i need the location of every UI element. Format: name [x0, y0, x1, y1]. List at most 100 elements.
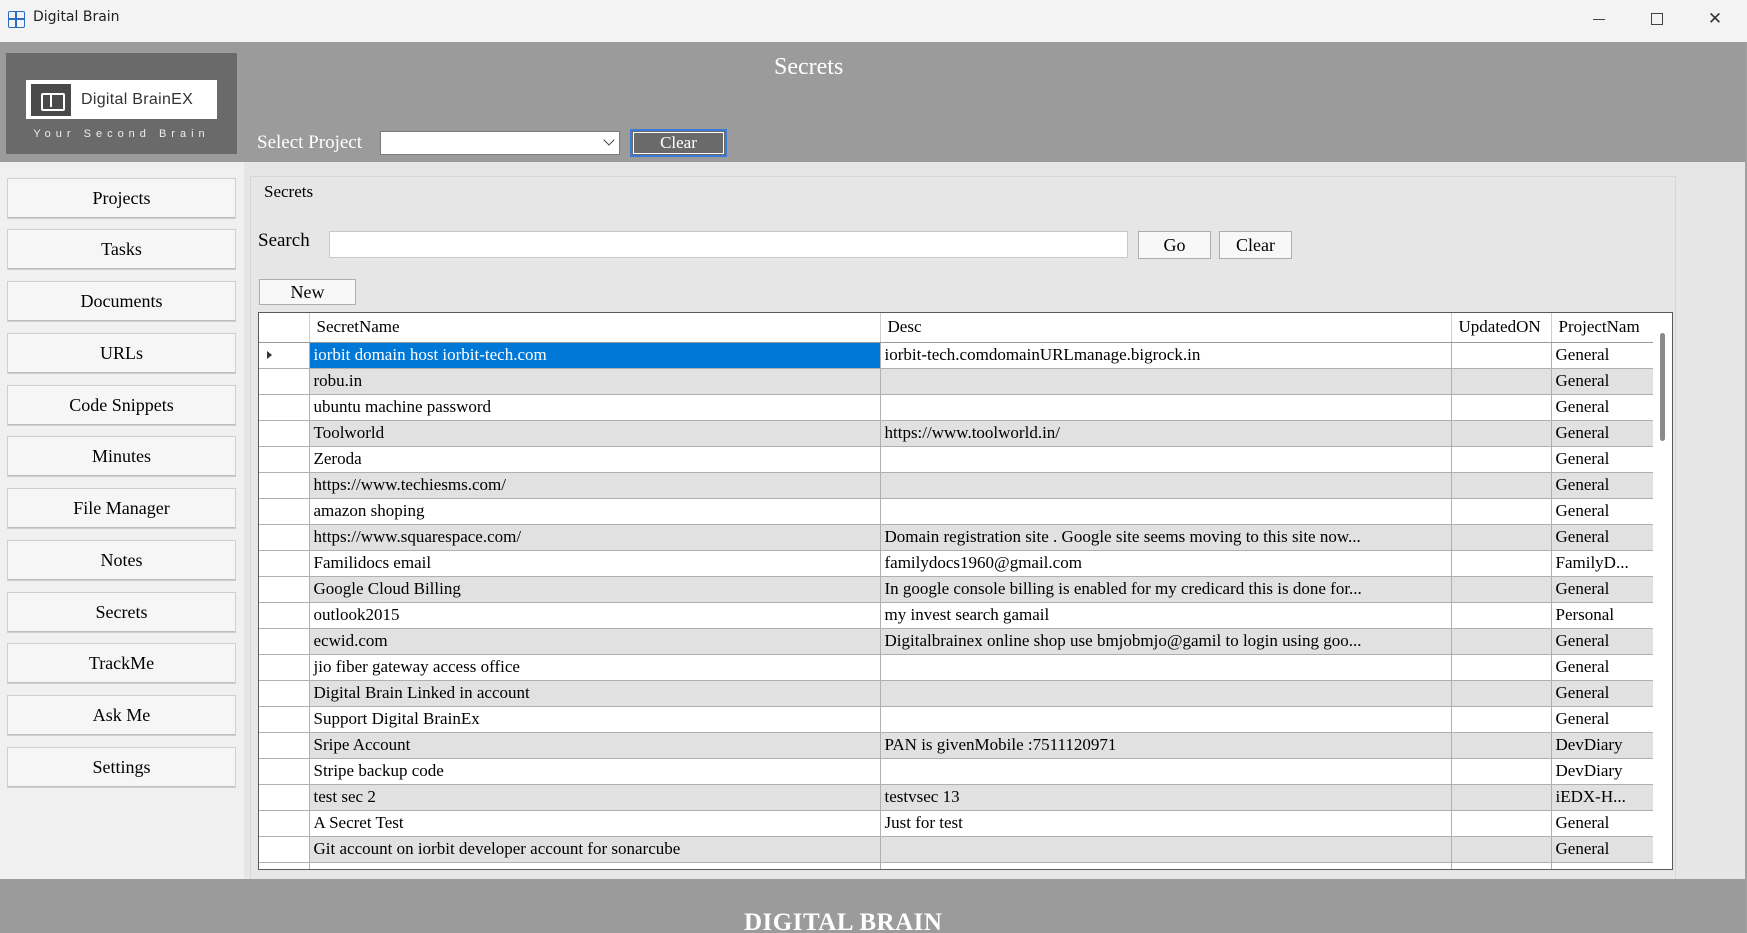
table-row[interactable]: outlook2015 my invest search gamail Person…: [259, 602, 1656, 629]
cell-desc[interactable]: Digitalbrainex online shop use bmjobmjo@…: [880, 628, 1452, 655]
cell-projectname[interactable]: General: [1551, 342, 1656, 369]
cell-projectname[interactable]: General: [1551, 420, 1656, 447]
cell-secretname[interactable]: amazon shoping: [309, 498, 881, 525]
table-row[interactable]: amazon shoping General: [259, 498, 1656, 525]
row-header[interactable]: [259, 368, 310, 395]
scrollbar-thumb[interactable]: [1660, 333, 1665, 441]
table-row[interactable]: [259, 862, 1656, 869]
go-button[interactable]: Go: [1138, 231, 1211, 259]
cell-secretname[interactable]: test sec 2: [309, 784, 881, 811]
table-row[interactable]: Familidocs email familydocs1960@gmail.com…: [259, 550, 1656, 577]
cell-projectname[interactable]: General: [1551, 576, 1656, 603]
cell-updatedon[interactable]: [1451, 784, 1552, 811]
cell-projectname[interactable]: General: [1551, 654, 1656, 681]
cell-updatedon[interactable]: [1451, 550, 1552, 577]
column-header-projectname[interactable]: ProjectNam: [1551, 313, 1656, 343]
cell-updatedon[interactable]: [1451, 446, 1552, 473]
sidebar-item-code-snippets[interactable]: Code Snippets: [7, 385, 236, 426]
cell-secretname[interactable]: Support Digital BrainEx: [309, 706, 881, 733]
cell-desc[interactable]: [880, 446, 1452, 473]
cell-projectname[interactable]: General: [1551, 628, 1656, 655]
cell-desc[interactable]: [880, 498, 1452, 525]
cell-updatedon[interactable]: [1451, 836, 1552, 863]
table-row[interactable]: Sripe Account PAN is givenMobile :7511120…: [259, 732, 1656, 759]
cell-desc[interactable]: [880, 758, 1452, 785]
cell-updatedon[interactable]: [1451, 602, 1552, 629]
table-row[interactable]: Support Digital BrainEx General: [259, 706, 1656, 733]
cell-projectname[interactable]: General: [1551, 446, 1656, 473]
sidebar-item-settings[interactable]: Settings: [7, 747, 236, 788]
sidebar-item-projects[interactable]: Projects: [7, 178, 236, 219]
cell-secretname[interactable]: A Secret Test: [309, 810, 881, 837]
cell-secretname[interactable]: Digital Brain Linked in account: [309, 680, 881, 707]
cell-updatedon[interactable]: [1451, 394, 1552, 421]
cell-updatedon[interactable]: [1451, 576, 1552, 603]
cell-secretname[interactable]: Google Cloud Billing: [309, 576, 881, 603]
cell-updatedon[interactable]: [1451, 498, 1552, 525]
cell-secretname[interactable]: iorbit domain host iorbit-tech.com: [309, 342, 881, 369]
sidebar-item-secrets[interactable]: Secrets: [7, 592, 236, 633]
cell-updatedon[interactable]: [1451, 680, 1552, 707]
cell-secretname[interactable]: Sripe Account: [309, 732, 881, 759]
row-header[interactable]: [259, 628, 310, 655]
cell-desc[interactable]: testvsec 13: [880, 784, 1452, 811]
sidebar-item-minutes[interactable]: Minutes: [7, 436, 236, 477]
project-select[interactable]: [380, 131, 620, 155]
cell-desc[interactable]: Just for test: [880, 810, 1452, 837]
cell-updatedon[interactable]: [1451, 810, 1552, 837]
cell-secretname[interactable]: [309, 862, 881, 869]
maximize-button[interactable]: [1628, 0, 1686, 38]
row-header[interactable]: [259, 706, 310, 733]
cell-desc[interactable]: [880, 368, 1452, 395]
secrets-grid[interactable]: SecretName Desc UpdatedON ProjectNam ior…: [258, 312, 1673, 870]
project-clear-button[interactable]: Clear: [630, 129, 727, 157]
cell-updatedon[interactable]: [1451, 706, 1552, 733]
cell-secretname[interactable]: https://www.techiesms.com/: [309, 472, 881, 499]
cell-desc[interactable]: [880, 680, 1452, 707]
cell-desc[interactable]: https://www.toolworld.in/: [880, 420, 1452, 447]
table-row[interactable]: jio fiber gateway access office General: [259, 654, 1656, 681]
cell-updatedon[interactable]: [1451, 758, 1552, 785]
cell-projectname[interactable]: General: [1551, 836, 1656, 863]
new-secret-button[interactable]: New: [259, 279, 356, 305]
cell-updatedon[interactable]: [1451, 524, 1552, 551]
sidebar-item-documents[interactable]: Documents: [7, 281, 236, 322]
cell-projectname[interactable]: FamilyD...: [1551, 550, 1656, 577]
cell-desc[interactable]: [880, 472, 1452, 499]
cell-secretname[interactable]: jio fiber gateway access office: [309, 654, 881, 681]
minimize-button[interactable]: [1570, 0, 1628, 38]
column-header-secretname[interactable]: SecretName: [309, 313, 881, 343]
cell-secretname[interactable]: Zeroda: [309, 446, 881, 473]
row-header[interactable]: [259, 524, 310, 551]
cell-projectname[interactable]: iEDX-H...: [1551, 784, 1656, 811]
cell-projectname[interactable]: General: [1551, 810, 1656, 837]
cell-desc[interactable]: PAN is givenMobile :7511120971: [880, 732, 1452, 759]
row-header[interactable]: [259, 472, 310, 499]
cell-projectname[interactable]: General: [1551, 680, 1656, 707]
row-header[interactable]: [259, 498, 310, 525]
cell-projectname[interactable]: General: [1551, 498, 1656, 525]
cell-projectname[interactable]: General: [1551, 368, 1656, 395]
sidebar-item-urls[interactable]: URLs: [7, 333, 236, 374]
row-header[interactable]: [259, 836, 310, 863]
cell-desc[interactable]: [880, 862, 1452, 869]
table-row[interactable]: test sec 2 testvsec 13 iEDX-H...: [259, 784, 1656, 811]
cell-desc[interactable]: In google console billing is enabled for…: [880, 576, 1452, 603]
cell-projectname[interactable]: [1551, 862, 1656, 869]
grid-scrollbar[interactable]: [1653, 313, 1672, 869]
table-row[interactable]: ecwid.com Digitalbrainex online shop use …: [259, 628, 1656, 655]
cell-updatedon[interactable]: [1451, 654, 1552, 681]
search-clear-button[interactable]: Clear: [1219, 231, 1292, 259]
row-header[interactable]: [259, 550, 310, 577]
cell-desc[interactable]: [880, 394, 1452, 421]
row-header[interactable]: [259, 810, 310, 837]
table-row[interactable]: Toolworld https://www.toolworld.in/Genera…: [259, 420, 1656, 447]
cell-desc[interactable]: [880, 706, 1452, 733]
cell-updatedon[interactable]: [1451, 420, 1552, 447]
cell-secretname[interactable]: robu.in: [309, 368, 881, 395]
table-row[interactable]: ubuntu machine password General: [259, 394, 1656, 421]
sidebar-item-file-manager[interactable]: File Manager: [7, 488, 236, 529]
table-row[interactable]: https://www.techiesms.com/General: [259, 472, 1656, 499]
cell-projectname[interactable]: General: [1551, 524, 1656, 551]
sidebar-item-notes[interactable]: Notes: [7, 540, 236, 581]
